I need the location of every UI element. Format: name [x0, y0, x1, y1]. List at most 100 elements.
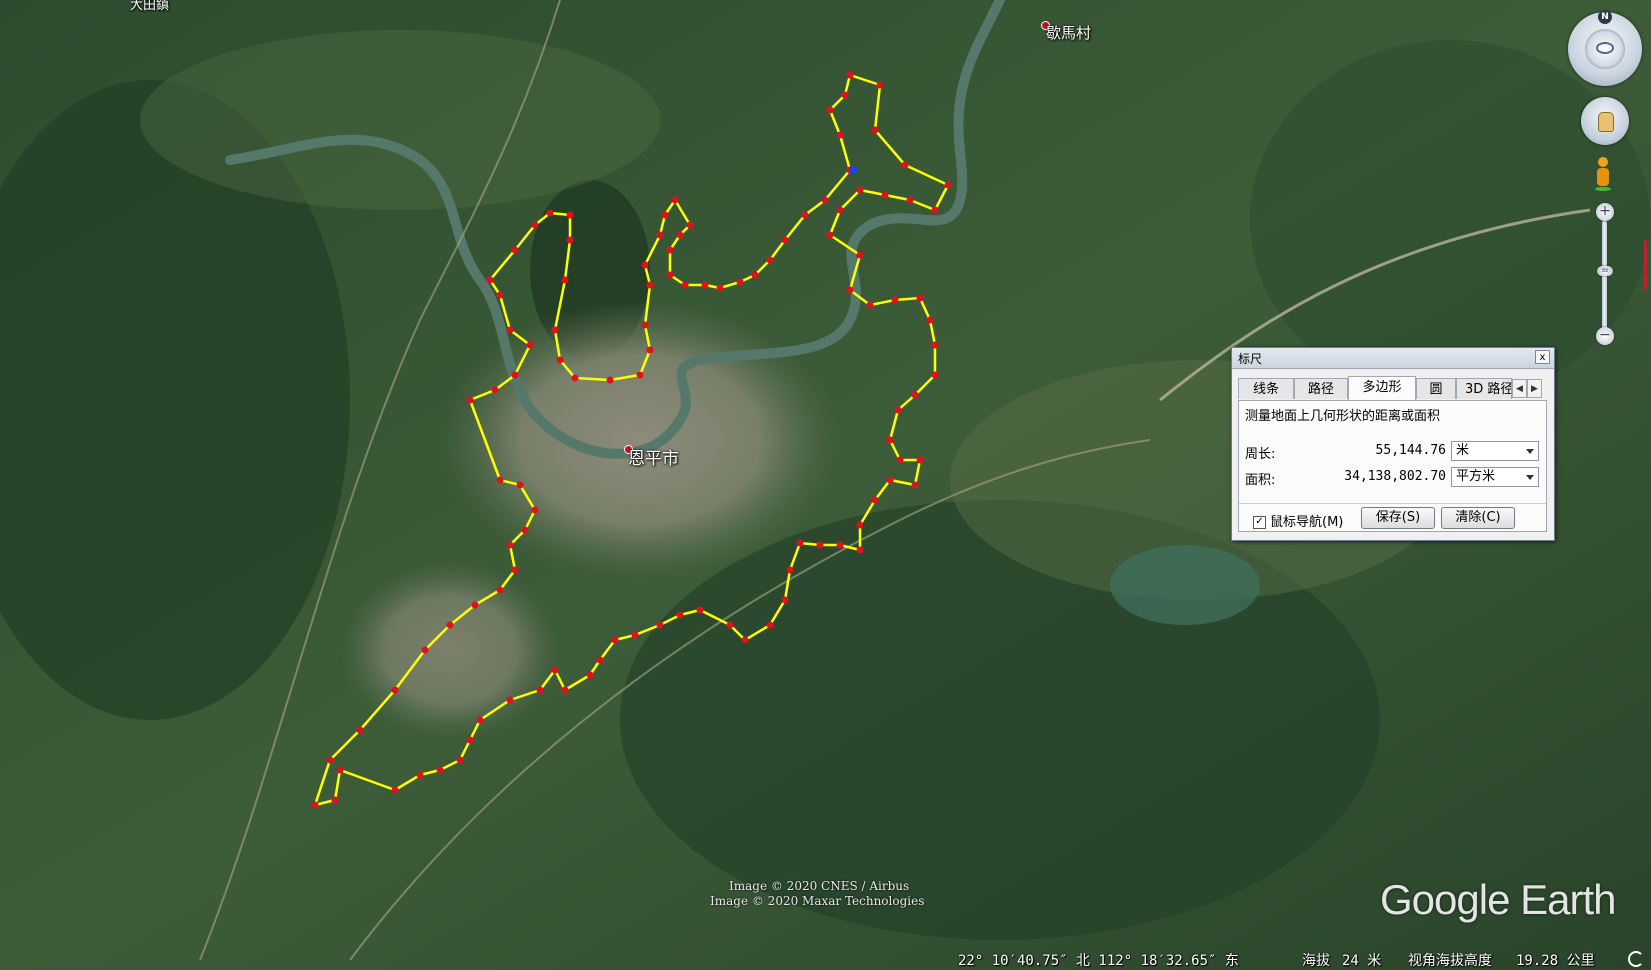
- polygon-vertex[interactable]: [641, 261, 649, 269]
- polygon-vertex[interactable]: [546, 209, 554, 217]
- polygon-vertex[interactable]: [476, 716, 484, 724]
- save-button[interactable]: 保存(S): [1361, 507, 1435, 529]
- polygon-vertex[interactable]: [736, 278, 744, 286]
- town-label[interactable]: 大田鎮: [130, 0, 169, 13]
- tab-3d-path[interactable]: 3D 路径: [1456, 378, 1512, 399]
- mouse-navigation-checkbox[interactable]: ✓: [1253, 516, 1266, 529]
- polygon-vertex[interactable]: [311, 801, 319, 809]
- polygon-vertex[interactable]: [556, 356, 564, 364]
- move-navigation-control[interactable]: [1581, 97, 1629, 145]
- polygon-vertex[interactable]: [421, 646, 429, 654]
- polygon-vertex[interactable]: [891, 296, 899, 304]
- mouse-navigation-toggle[interactable]: ✓ 鼠标导航(M): [1253, 511, 1343, 530]
- polygon-vertex[interactable]: [631, 631, 639, 639]
- polygon-vertex[interactable]: [821, 196, 829, 204]
- polygon-vertex[interactable]: [511, 566, 519, 574]
- polygon-vertex[interactable]: [356, 726, 364, 734]
- polygon-vertex[interactable]: [801, 211, 809, 219]
- polygon-vertex[interactable]: [436, 766, 444, 774]
- polygon-vertex[interactable]: [521, 526, 529, 534]
- polygon-vertex[interactable]: [496, 586, 504, 594]
- polygon-vertex[interactable]: [781, 236, 789, 244]
- polygon-vertex[interactable]: [586, 671, 594, 679]
- polygon-vertex[interactable]: [526, 341, 534, 349]
- ruler-titlebar[interactable]: 标尺 x: [1232, 348, 1554, 369]
- polygon-vertex[interactable]: [766, 621, 774, 629]
- polygon-vertex[interactable]: [516, 481, 524, 489]
- polygon-vertex[interactable]: [331, 796, 339, 804]
- polygon-vertex[interactable]: [856, 521, 864, 529]
- polygon-vertex[interactable]: [496, 476, 504, 484]
- polygon-vertex[interactable]: [944, 181, 952, 189]
- polygon-vertex[interactable]: [826, 106, 834, 114]
- polygon-vertex[interactable]: [911, 391, 919, 399]
- perimeter-unit-select[interactable]: 米: [1451, 441, 1539, 461]
- polygon-vertex[interactable]: [836, 206, 844, 214]
- polygon-vertex[interactable]: [491, 386, 499, 394]
- polygon-vertex[interactable]: [826, 231, 834, 239]
- polygon-vertex[interactable]: [781, 596, 789, 604]
- polygon-vertex[interactable]: [561, 686, 569, 694]
- polygon-vertex[interactable]: [894, 406, 902, 414]
- polygon-vertex[interactable]: [931, 206, 939, 214]
- polygon-vertex[interactable]: [741, 636, 749, 644]
- polygon-vertex[interactable]: [926, 316, 934, 324]
- tab-scroll-left-icon[interactable]: ◀: [1512, 379, 1527, 398]
- polygon-vertex[interactable]: [466, 396, 474, 404]
- polygon-vertex[interactable]: [566, 211, 574, 219]
- polygon-vertex[interactable]: [916, 456, 924, 464]
- polygon-vertex[interactable]: [886, 436, 894, 444]
- polygon-vertex[interactable]: [646, 281, 654, 289]
- zoom-slider[interactable]: + = −: [1596, 203, 1614, 345]
- polygon-vertex[interactable]: [416, 771, 424, 779]
- polygon-vertex[interactable]: [846, 286, 854, 294]
- polygon-vertex[interactable]: [886, 476, 894, 484]
- city-label[interactable]: 恩平市: [628, 444, 679, 469]
- zoom-in-button[interactable]: +: [1596, 203, 1614, 221]
- polygon-vertex[interactable]: [561, 276, 569, 284]
- close-button[interactable]: x: [1535, 350, 1550, 364]
- polygon-vertex[interactable]: [551, 326, 559, 334]
- tab-circle[interactable]: 圆: [1416, 378, 1456, 399]
- polygon-vertex[interactable]: [911, 481, 919, 489]
- polygon-vertex[interactable]: [466, 736, 474, 744]
- polygon-vertex[interactable]: [656, 621, 664, 629]
- polygon-vertex[interactable]: [566, 236, 574, 244]
- polygon-vertex[interactable]: [681, 281, 689, 289]
- polygon-vertex[interactable]: [836, 541, 844, 549]
- polygon-vertex[interactable]: [496, 291, 504, 299]
- zoom-out-button[interactable]: −: [1596, 327, 1614, 345]
- polygon-vertex[interactable]: [446, 621, 454, 629]
- polygon-vertex[interactable]: [666, 246, 674, 254]
- polygon-vertex[interactable]: [846, 71, 854, 79]
- north-indicator[interactable]: N: [1598, 10, 1612, 24]
- street-view-pegman-icon[interactable]: [1595, 157, 1611, 191]
- polygon-vertex[interactable]: [391, 686, 399, 694]
- polygon-vertex[interactable]: [931, 371, 939, 379]
- polygon-vertex[interactable]: [686, 221, 694, 229]
- polygon-vertex[interactable]: [551, 666, 559, 674]
- area-unit-select[interactable]: 平方米: [1451, 467, 1539, 487]
- polygon-vertex[interactable]: [656, 231, 664, 239]
- polygon-vertex[interactable]: [881, 191, 889, 199]
- polygon-vertex[interactable]: [641, 321, 649, 329]
- tab-scroll-right-icon[interactable]: ▶: [1527, 379, 1542, 398]
- tab-line[interactable]: 线条: [1238, 378, 1294, 399]
- polygon-vertex[interactable]: [901, 161, 909, 169]
- polygon-vertex[interactable]: [876, 81, 884, 89]
- active-vertex[interactable]: [849, 166, 857, 174]
- polygon-vertex[interactable]: [326, 756, 334, 764]
- polygon-vertex[interactable]: [701, 281, 709, 289]
- polygon-vertex[interactable]: [856, 251, 864, 259]
- polygon-vertex[interactable]: [676, 611, 684, 619]
- polygon-vertex[interactable]: [506, 326, 514, 334]
- polygon-vertex[interactable]: [531, 506, 539, 514]
- polygon-vertex[interactable]: [766, 256, 774, 264]
- polygon-vertex[interactable]: [606, 376, 614, 384]
- polygon-vertex[interactable]: [896, 456, 904, 464]
- tab-polygon[interactable]: 多边形: [1348, 376, 1416, 400]
- polygon-vertex[interactable]: [456, 756, 464, 764]
- polygon-vertex[interactable]: [841, 91, 849, 99]
- clear-button[interactable]: 清除(C): [1441, 507, 1515, 529]
- polygon-vertex[interactable]: [571, 374, 579, 382]
